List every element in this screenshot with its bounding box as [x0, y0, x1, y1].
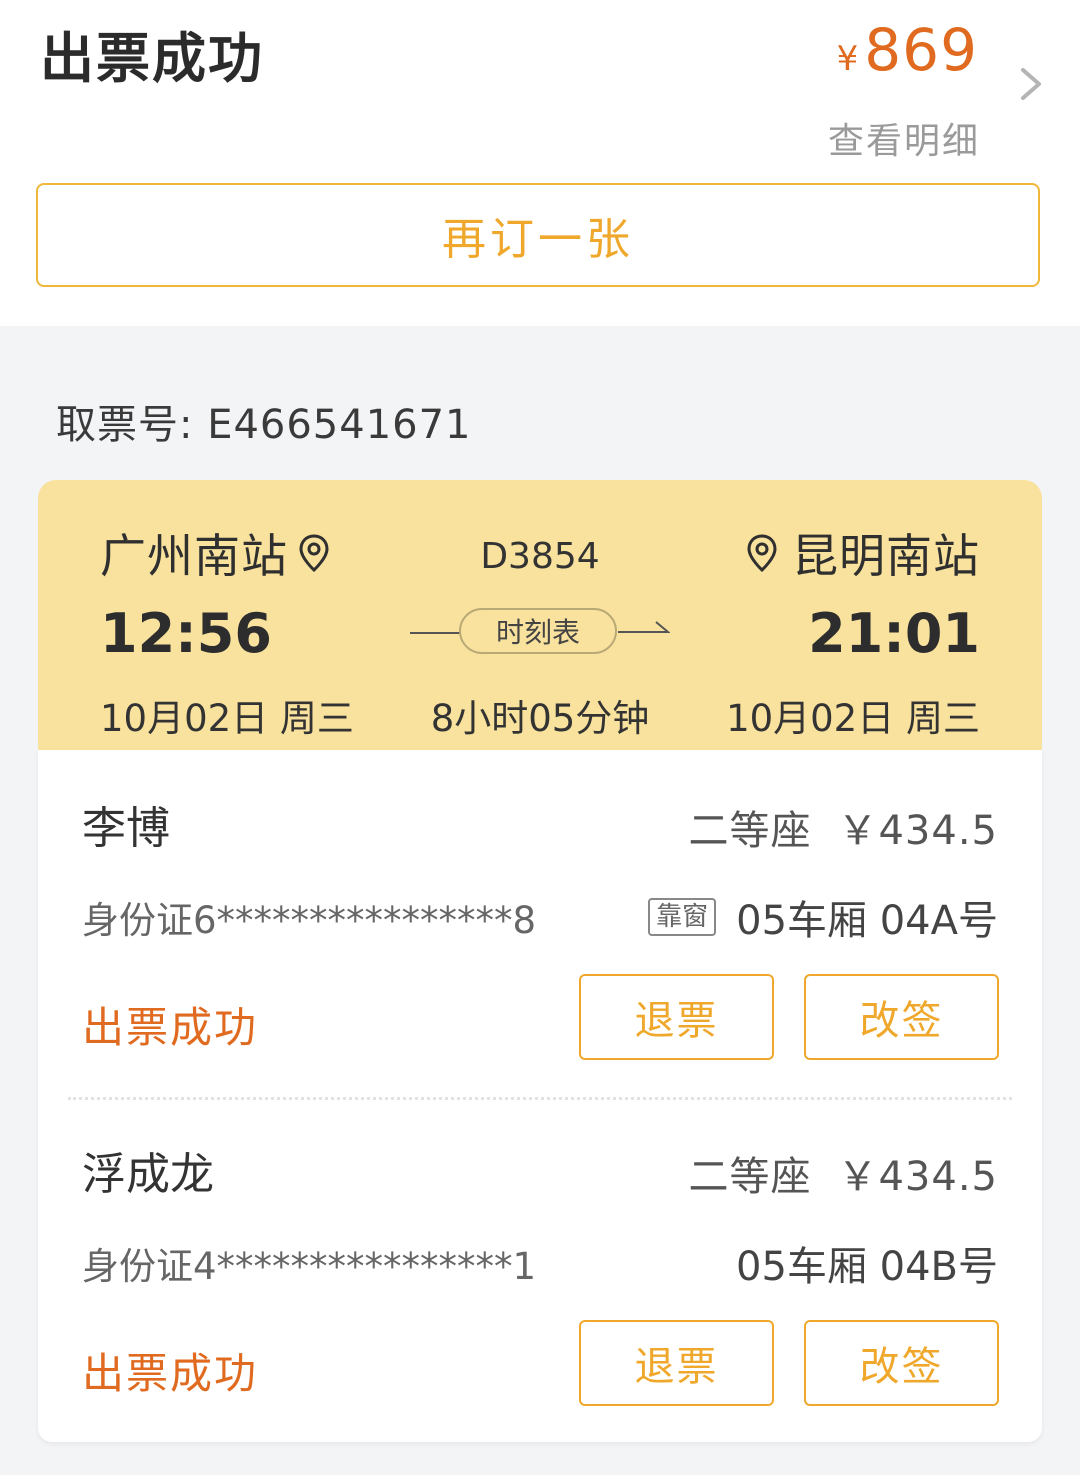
rebook-button[interactable]: 再订一张: [36, 183, 1040, 287]
arrival-time: 21:01: [808, 602, 980, 665]
id-number: 身份证6****************8: [82, 899, 537, 942]
location-pin-icon: [747, 534, 777, 573]
ticket-status: 出票成功: [82, 1349, 259, 1398]
passenger-list: 李博 二等座 ￥434.5 身份证6****************8 靠窗 05…: [38, 750, 1042, 1442]
change-ticket-button[interactable]: 改签: [804, 974, 999, 1060]
pickup-number: 取票号: E466541671: [56, 402, 472, 448]
seat-location: 靠窗 05车厢 04A号: [648, 888, 998, 946]
arrow-right-icon: [618, 621, 670, 633]
chevron-right-icon[interactable]: [1015, 64, 1051, 104]
seat-location: 05车厢 04B号: [736, 1234, 998, 1292]
arrival-station: 昆明南站: [744, 520, 980, 586]
ticket-price: ￥434.5: [837, 1154, 998, 1200]
ticket-status: 出票成功: [82, 1003, 259, 1052]
refund-button[interactable]: 退票: [579, 974, 774, 1060]
departure-time: 12:56: [100, 602, 272, 665]
route-line: [410, 632, 462, 634]
passenger-item: 浮成龙 二等座 ￥434.5 身份证4****************1 05车厢…: [38, 1096, 1042, 1442]
trip-card: 广州南站 D3854 昆明南站 12:56 时刻表 21:01 10月02日 周…: [38, 480, 1042, 750]
passenger-item: 李博 二等座 ￥434.5 身份证6****************8 靠窗 05…: [38, 750, 1042, 1100]
currency-symbol: ¥: [836, 39, 859, 79]
page-title: 出票成功: [40, 27, 264, 90]
seat-number: 05车厢 04A号: [736, 898, 998, 944]
refund-button[interactable]: 退票: [579, 1320, 774, 1406]
seat-class: 二等座: [688, 808, 812, 854]
arrival-date: 10月02日 周三: [726, 697, 980, 740]
seat-class: 二等座: [688, 1154, 812, 1200]
view-details-link[interactable]: 查看明细: [828, 112, 980, 164]
passenger-name: 浮成龙: [82, 1149, 214, 1200]
schedule-button[interactable]: 时刻表: [459, 608, 617, 654]
ticket-price: ￥434.5: [837, 808, 998, 854]
seat-number: 05车厢 04B号: [736, 1244, 998, 1290]
id-number: 身份证4****************1: [82, 1245, 537, 1288]
order-header: 出票成功 ¥ 869 查看明细 再订一张: [0, 0, 1080, 326]
seat-class-price: 二等座 ￥434.5: [688, 1144, 998, 1202]
total-price-amount: 869: [864, 16, 978, 84]
passenger-name: 李博: [82, 803, 170, 854]
seat-class-price: 二等座 ￥434.5: [688, 798, 998, 856]
change-ticket-button[interactable]: 改签: [804, 1320, 999, 1406]
arrival-station-name: 昆明南站: [792, 529, 980, 583]
total-price[interactable]: ¥ 869: [837, 16, 978, 84]
window-seat-tag: 靠窗: [648, 898, 717, 936]
